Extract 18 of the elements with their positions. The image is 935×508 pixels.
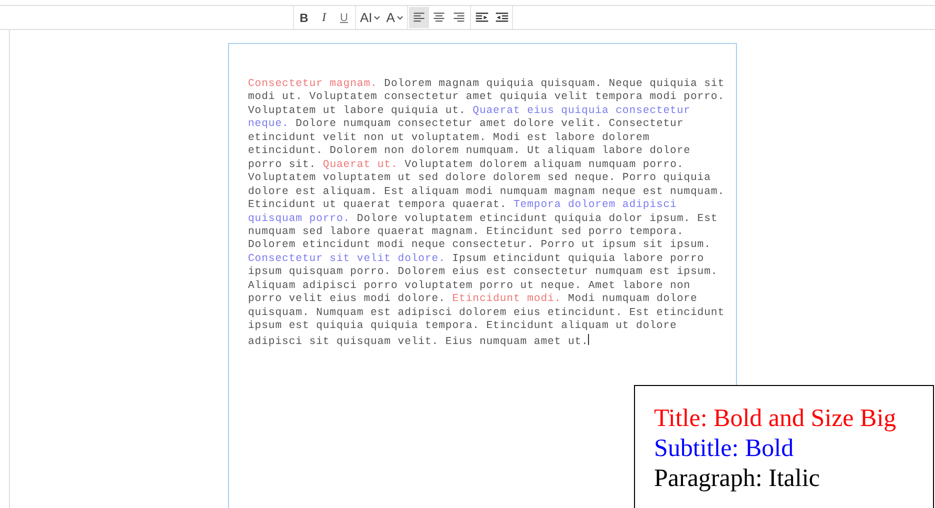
legend-text: Title: Bold and Size Big — [654, 404, 896, 434]
align-center-icon — [432, 12, 446, 23]
caret-icon — [396, 16, 403, 20]
document-text[interactable]: Consectetur magnam. Dolorem magnam quiquia quisquam. Neque quiquia sit modi ut. Voluptatem consectetur amet quiquia velit tempora modi porro. Voluptatem ut labore quiquia ut. Quaerat eius quiquia consectetur neque. Dolore numquam consectetur amet dolore velit. Consectetur etincidunt velit non ut voluptatem. Modi est labore dolorem etincidunt. Dolorem non dolorem numquam. Ut aliquam labore dolore porro sit. Quaerat ut. Voluptatem dolorem aliquam numquam porro. Voluptatem voluptatem ut sed dolore dolorem sed neque. Porro quiquia dolore est aliquam. Est aliquam modi numquam magnam neque est numquam. Etincidunt ut quaerat tempora quaerat. Tempora dolorem adipisci quisquam porro. Dolore voluptatem etincidunt quiquia dolor ipsum. Est numquam sed labore quaerat magnam. Etincidunt sed porro tempora. Dolorem etincidunt modi neque consectetur. Porro ut ipsum sit ipsum. Consectetur sit velit dolore. Ipsum etincidunt quiquia labore porro ipsum quisquam porro. Dolorem eius est consectetur numquam est ipsum. Aliquam adipisci porro voluptatem porro ut neque. Amet labore non porro velit eius modi dolore. Etincidunt modi. Modi numquam dolore quisquam. Numquam est adipisci dolorem eius etincidunt. Est etincidunt ipsum est quiquia quiquia tempora. Etincidunt aliquam ut dolore adipisci sit quisquam velit. Eius numquam amet ut. — [248, 78, 728, 350]
legend-text: Paragraph: Italic — [654, 464, 820, 494]
caret-icon — [374, 16, 380, 20]
outdent-icon — [474, 12, 489, 23]
font-size-button[interactable]: AI — [357, 7, 384, 28]
align-right-icon — [452, 12, 466, 23]
text-style-button[interactable]: A — [383, 7, 406, 28]
text-cursor — [588, 334, 590, 345]
indent-icon — [494, 12, 509, 23]
italic-button[interactable]: I — [314, 7, 334, 28]
align-left-icon — [412, 12, 426, 23]
legend-text: Subtitle: Bold — [654, 434, 794, 464]
underline-button[interactable]: U — [334, 7, 354, 28]
align-left-button[interactable] — [408, 7, 429, 28]
bold-button[interactable]: B — [294, 7, 314, 28]
